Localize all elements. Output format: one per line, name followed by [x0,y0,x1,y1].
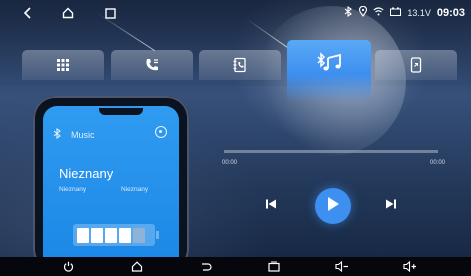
wifi-icon [373,7,384,18]
phone-notch [99,108,143,115]
contacts-book-icon [232,57,248,73]
bluetooth-icon [344,5,353,19]
bluetooth-music-icon [316,52,342,72]
phone-screen: Music Nieznany Nieznany Nieznany [43,106,179,276]
battery-indicator [73,224,159,246]
time-elapsed: 00:00 [222,160,238,166]
progress-bar[interactable] [224,150,438,153]
bottom-nav-bar [0,257,471,276]
tab-contacts[interactable] [199,50,281,80]
skip-previous-icon [265,197,277,215]
battery-cell [133,227,145,243]
status-indicators: 13.1V 09:03 [344,5,465,19]
tab-phone-link[interactable] [375,50,457,80]
time-total: 00:00 [430,160,446,166]
voltage-readout: 13.1V [407,7,431,18]
home-icon[interactable] [130,259,144,273]
phone-track-title: Nieznany [59,166,114,181]
grid-icon [56,58,70,72]
music-screen: 13.1V 09:03 Music Nieznany Nieznany Niez… [0,0,471,276]
disc-icon [155,126,167,138]
volume-down-icon[interactable] [335,259,349,273]
bluetooth-icon [53,127,61,141]
skip-next-icon [385,197,397,215]
back-icon[interactable] [199,259,213,273]
play-button[interactable] [315,188,351,224]
battery-cell [105,227,117,243]
phone-call-icon [144,57,160,73]
phone-illustration: Music Nieznany Nieznany Nieznany [33,96,189,276]
phone-link-icon [410,57,422,73]
volume-up-icon[interactable] [403,259,417,273]
car-battery-icon [390,7,402,18]
phone-artist: Nieznany [59,186,87,193]
battery-cell [119,227,131,243]
previous-button[interactable] [262,198,280,214]
back-icon[interactable] [20,5,36,21]
power-icon[interactable] [61,259,75,273]
phone-album: Nieznany [121,186,149,193]
phone-music-header: Music [53,127,95,141]
recents-icon[interactable] [102,5,118,21]
next-button[interactable] [382,198,400,214]
battery-cell [91,227,103,243]
clock: 09:03 [436,6,465,19]
location-icon [359,5,368,19]
recents-icon[interactable] [267,259,281,273]
home-icon[interactable] [60,5,76,21]
tab-bluetooth-music[interactable] [287,40,371,102]
battery-cell [77,227,89,243]
status-bar: 13.1V 09:03 [0,0,471,26]
tab-dialer[interactable] [111,50,193,80]
play-icon [326,196,340,217]
phone-music-label: Music [71,129,95,140]
tab-apps[interactable] [22,50,104,80]
